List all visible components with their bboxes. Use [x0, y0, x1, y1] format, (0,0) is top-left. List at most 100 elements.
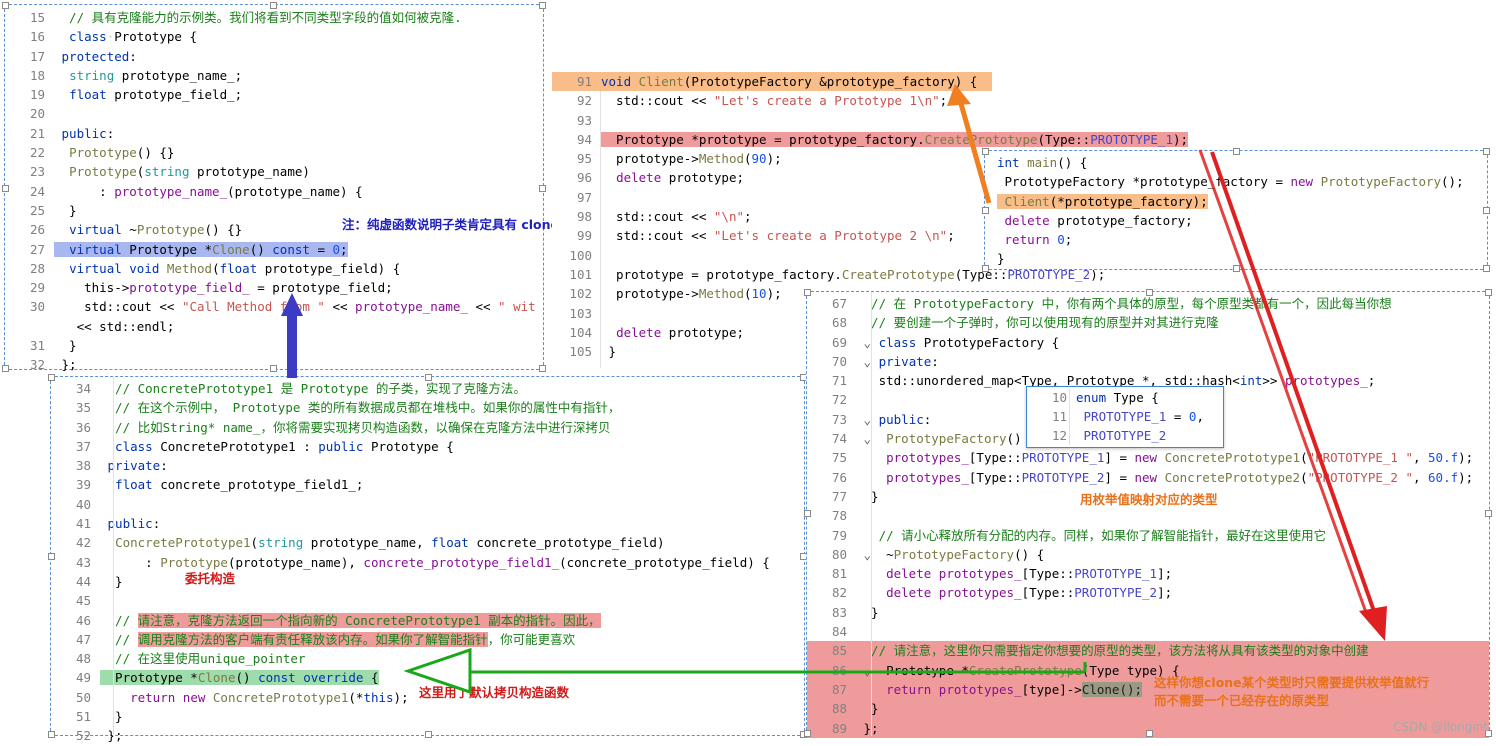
resize-handle[interactable] — [1483, 148, 1490, 155]
resize-handle[interactable] — [1485, 510, 1492, 517]
screenshot-root: 15 // 具有克隆能力的示例类。我们将看到不同类型字段的值如何被克隆. 16 … — [0, 0, 1496, 743]
resize-handle[interactable] — [425, 731, 432, 738]
code-line: 10 enum Type { — [1051, 390, 1159, 405]
code-line: 22 Prototype() {} — [29, 145, 175, 161]
code-line: 69 ⌄ class PrototypeFactory { — [831, 334, 1060, 350]
resize-handle[interactable] — [804, 289, 811, 296]
panel-main-function[interactable]: int main() { PrototypeFactory *prototype… — [982, 148, 1490, 272]
code-line: 82 delete prototypes_[Type::PROTOTYPE_2]… — [831, 585, 1173, 601]
code-line: 51 } — [75, 709, 123, 725]
code-line: 36 // 比如String* name_，你将需要实现拷贝构造函数，以确保在克… — [75, 419, 611, 435]
resize-handle[interactable] — [1146, 730, 1153, 737]
annotation-clone-by-enum-1: 这样你想clone某个类型时只需要提供枚举值就行 — [1154, 675, 1430, 690]
resize-handle[interactable] — [1233, 265, 1240, 272]
code-line: 43 : Prototype(prototype_name), concrete… — [75, 554, 770, 570]
resize-handle[interactable] — [804, 510, 811, 517]
code-line: 79 // 请小心释放所有分配的内存。同样，如果你了解智能指针，最好在这里使用它 — [831, 527, 1327, 543]
resize-handle[interactable] — [270, 365, 277, 372]
code-line: 31 } — [29, 338, 77, 354]
code-line: 38 private: — [75, 458, 168, 474]
code-line: 98 std::cout << "\n"; — [576, 209, 752, 225]
code-line: 12 PROTOTYPE_2 — [1051, 428, 1167, 443]
code-line: 100 — [569, 247, 592, 263]
code-line: 35 // 在这个示例中， Prototype 类的所有数据成员都在堆栈中。如果… — [75, 400, 621, 416]
resize-handle[interactable] — [425, 374, 432, 381]
annotation-default-copy-constructor: 这里用了默认拷贝构造函数 — [419, 685, 570, 700]
resize-handle[interactable] — [1146, 289, 1153, 296]
code-line: 97 — [576, 189, 592, 205]
resize-handle[interactable] — [982, 207, 989, 214]
resize-handle[interactable] — [1233, 148, 1240, 155]
code-line: 75 prototypes_[Type::PROTOTYPE_1] = new … — [831, 450, 1474, 466]
resize-handle[interactable] — [1483, 207, 1490, 214]
resize-handle[interactable] — [539, 185, 546, 192]
code-line: int main() { — [997, 155, 1088, 170]
code-line: 37 class ConcretePrototype1 : public Pro… — [75, 438, 454, 454]
code-line: 68 // 要创建一个子弹时，你可以使用现有的原型并对其进行克隆 — [831, 315, 1219, 331]
resize-handle[interactable] — [48, 374, 55, 381]
code-line: << std::endl; — [54, 318, 175, 334]
resize-handle[interactable] — [1485, 289, 1492, 296]
code-line: 95 prototype->Method(90); — [576, 151, 782, 167]
code-line: 93 — [576, 112, 592, 128]
resize-handle[interactable] — [1483, 265, 1490, 272]
resize-handle[interactable] — [270, 2, 277, 9]
watermark: CSDN @llongint — [1393, 720, 1488, 734]
code-line: 17 protected: — [29, 48, 137, 64]
code-line: 45 — [75, 593, 91, 609]
code-line: 81 delete prototypes_[Type::PROTOTYPE_1]… — [831, 566, 1173, 582]
code-line: 84 — [831, 624, 847, 640]
annotation-delegating-constructor: 委托构造 — [185, 571, 236, 586]
popup-enum-type[interactable]: 10 enum Type { 11 PROTOTYPE_1 = 0, 12 PRO… — [1026, 386, 1224, 448]
code-line: 101 prototype = prototype_factory.Create… — [569, 266, 1106, 282]
resize-handle[interactable] — [2, 185, 9, 192]
code-line-client-call: Client(*prototype_factory); — [997, 192, 1487, 211]
code-line-clone-pure-virtual: 27 virtual Prototype *Clone() const = 0; — [29, 241, 348, 257]
resize-handle[interactable] — [539, 365, 546, 372]
code-line: 46 // 请注意，克隆方法返回一个指向新的 ConcretePrototype… — [75, 612, 601, 628]
code-line: 92 std::cout << "Let's create a Prototyp… — [576, 93, 948, 109]
resize-handle[interactable] — [2, 2, 9, 9]
code-line: 96 delete prototype; — [576, 170, 745, 186]
code-line: 18 string prototype_name_; — [29, 67, 243, 83]
code-line: PrototypeFactory *prototype_factory = ne… — [997, 174, 1464, 190]
code-line: 30 std::cout << "Call Method from " << p… — [29, 299, 536, 315]
code-line-create-prototype1: 94 Prototype *prototype = prototype_fact… — [576, 131, 1189, 147]
code-line: 78 — [831, 508, 847, 524]
resize-handle[interactable] — [804, 730, 811, 737]
resize-handle[interactable] — [48, 553, 55, 560]
code-line: return 0; — [1004, 232, 1073, 248]
code-line: 20 — [29, 106, 45, 122]
code-line: 11 PROTOTYPE_1 = 0, — [1051, 409, 1204, 424]
code-line: 70 ⌄ private: — [831, 353, 939, 369]
code-line: 88 } — [807, 699, 1489, 719]
code-line: 29 this->prototype_field_ = prototype_fi… — [29, 280, 393, 296]
code-line: 83 } — [831, 604, 879, 620]
code-line: 21 public: — [29, 125, 115, 141]
resize-handle[interactable] — [2, 365, 9, 372]
code-line: 44 } — [75, 573, 123, 589]
code-line: 47 // 调用克隆方法的客户端有责任释放该内存。如果你了解智能指针，你可能更喜… — [75, 631, 576, 647]
code-line: 23 Prototype(string prototype_name) — [29, 164, 310, 180]
panel-prototype-factory[interactable]: 67 // 在 PrototypeFactory 中，你有两个具体的原型，每个原… — [804, 289, 1492, 738]
code-line: } — [997, 251, 1005, 267]
code-line: 34 // ConcretePrototype1 是 Prototype 的子类… — [75, 381, 526, 396]
code-line: 99 std::cout << "Let's create a Prototyp… — [576, 228, 955, 244]
resize-handle[interactable] — [539, 2, 546, 9]
code-line: 42 ConcretePrototype1(string prototype_n… — [75, 535, 665, 551]
code-line: 15 // 具有克隆能力的示例类。我们将看到不同类型字段的值如何被克隆. — [29, 10, 462, 25]
code-line: 48 // 在这里使用unique_pointer — [75, 651, 306, 667]
annotation-enum-mapping: 用枚举值映射对应的类型 — [1080, 492, 1218, 507]
resize-handle[interactable] — [982, 265, 989, 272]
code-line: delete prototype_factory; — [1004, 212, 1193, 228]
code-line: 16 class·Prototype { — [29, 29, 198, 45]
code-line: 40 — [75, 496, 91, 512]
code-line: 19 float prototype_field_; — [29, 87, 243, 103]
resize-handle[interactable] — [982, 148, 989, 155]
code-line-client-signature: 91 void Client(PrototypeFactory &prototyp… — [552, 72, 992, 92]
code-line: 28 virtual void Method(float prototype_f… — [29, 260, 401, 276]
panel-prototype-class[interactable]: 15 // 具有克隆能力的示例类。我们将看到不同类型字段的值如何被克隆. 16 … — [2, 2, 546, 372]
code-line: 41 public: — [75, 516, 161, 532]
resize-handle[interactable] — [48, 731, 55, 738]
code-line: 39 float concrete_prototype_field1_; — [75, 477, 364, 493]
